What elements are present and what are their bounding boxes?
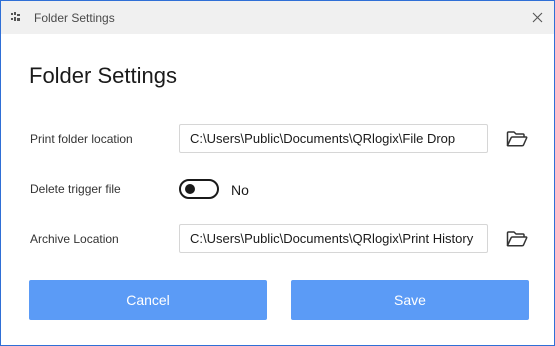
- close-button[interactable]: [520, 1, 554, 34]
- close-icon: [532, 12, 542, 23]
- toggle-state-text: No: [231, 182, 249, 198]
- delete-trigger-label: Delete trigger file: [30, 182, 121, 196]
- settings-window: Folder Settings Folder Settings Print fo…: [0, 0, 555, 346]
- page-title: Folder Settings: [29, 63, 177, 88]
- print-folder-input[interactable]: [179, 124, 488, 153]
- save-button[interactable]: Save: [291, 280, 529, 320]
- delete-trigger-toggle[interactable]: [179, 179, 219, 199]
- app-icon: [11, 12, 20, 21]
- cancel-button[interactable]: Cancel: [29, 280, 267, 320]
- archive-location-label: Archive Location: [30, 232, 119, 246]
- toggle-knob: [185, 184, 195, 194]
- title-bar[interactable]: Folder Settings: [1, 1, 554, 34]
- archive-location-input[interactable]: [179, 224, 488, 253]
- folder-open-icon[interactable]: [506, 130, 528, 148]
- folder-open-icon[interactable]: [506, 230, 528, 248]
- window-title: Folder Settings: [34, 11, 115, 25]
- print-folder-label: Print folder location: [30, 132, 133, 146]
